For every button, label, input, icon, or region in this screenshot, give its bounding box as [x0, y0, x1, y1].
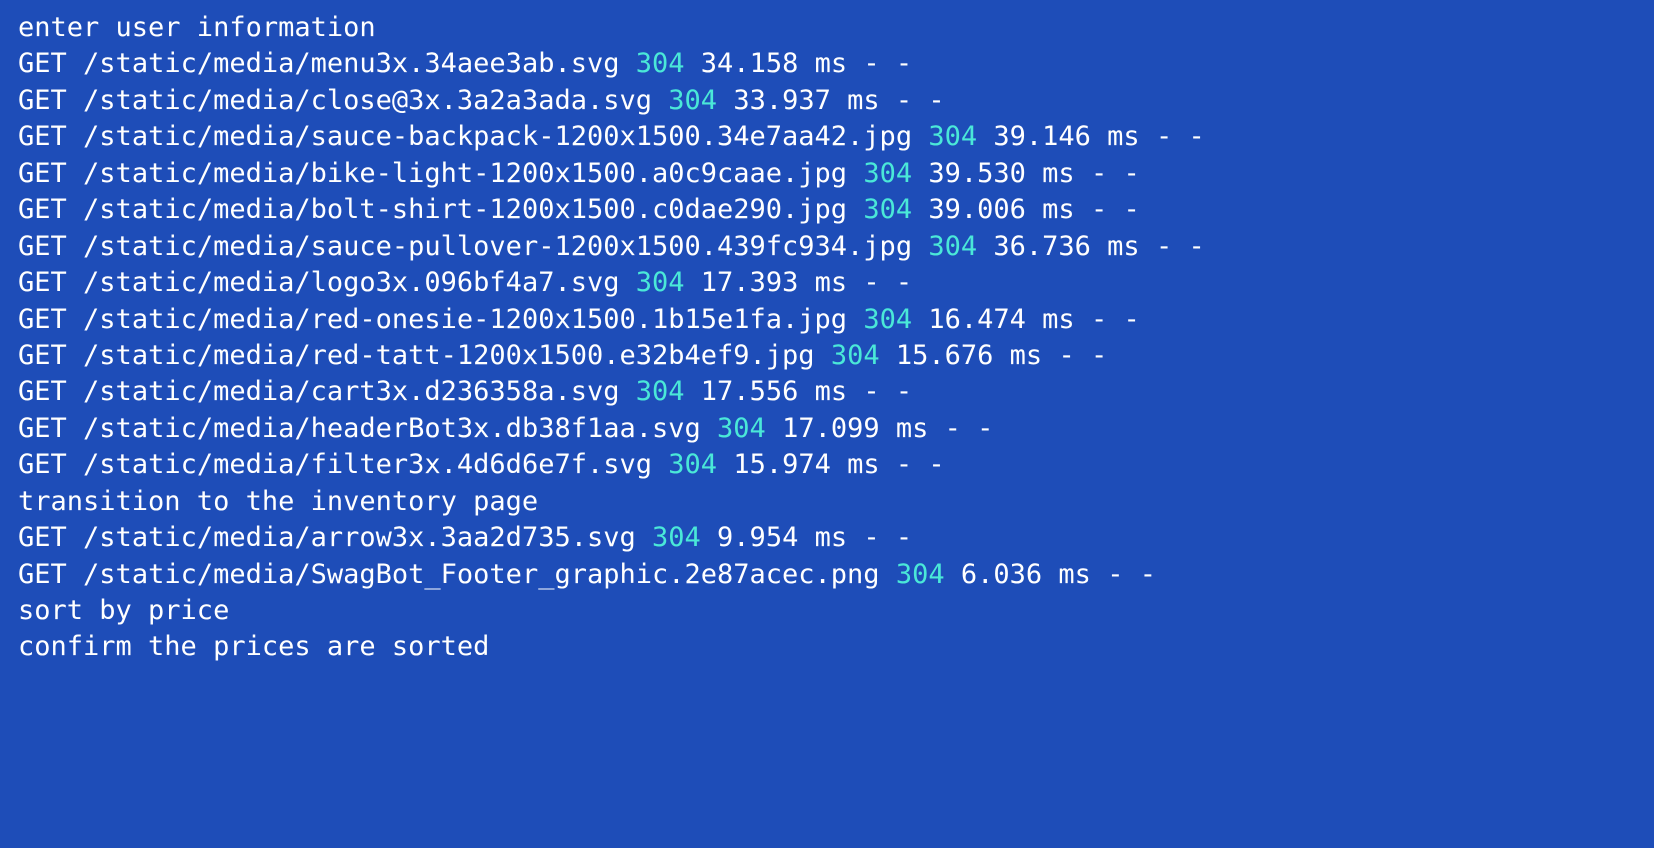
status-code: 304 — [928, 231, 977, 262]
status-code: 304 — [928, 121, 977, 152]
terminal-output[interactable]: enter user informationGET /static/media/… — [18, 10, 1636, 666]
request-path: /static/media/red-onesie-1200x1500.1b15e… — [83, 304, 847, 335]
log-message: enter user information — [18, 12, 376, 43]
log-message: confirm the prices are sorted — [18, 631, 489, 662]
log-suffix: - - — [896, 85, 945, 116]
response-time: 34.158 ms — [701, 48, 847, 79]
http-method: GET — [18, 121, 67, 152]
request-path: /static/media/close@3x.3a2a3ada.svg — [83, 85, 652, 116]
status-code: 304 — [863, 194, 912, 225]
log-suffix: - - — [863, 48, 912, 79]
log-suffix: - - — [1091, 194, 1140, 225]
log-line: GET /static/media/logo3x.096bf4a7.svg 30… — [18, 265, 1636, 301]
log-suffix: - - — [1058, 340, 1107, 371]
status-code: 304 — [863, 304, 912, 335]
log-line: GET /static/media/arrow3x.3aa2d735.svg 3… — [18, 520, 1636, 556]
request-path: /static/media/logo3x.096bf4a7.svg — [83, 267, 619, 298]
response-time: 36.736 ms — [993, 231, 1139, 262]
http-method: GET — [18, 48, 67, 79]
status-code: 304 — [896, 559, 945, 590]
log-suffix: - - — [945, 413, 994, 444]
request-path: /static/media/sauce-pullover-1200x1500.4… — [83, 231, 912, 262]
response-time: 39.146 ms — [993, 121, 1139, 152]
response-time: 17.099 ms — [782, 413, 928, 444]
log-suffix: - - — [1091, 158, 1140, 189]
log-line: GET /static/media/bolt-shirt-1200x1500.c… — [18, 192, 1636, 228]
status-code: 304 — [717, 413, 766, 444]
response-time: 15.676 ms — [896, 340, 1042, 371]
log-line: GET /static/media/sauce-backpack-1200x15… — [18, 119, 1636, 155]
request-path: /static/media/menu3x.34aee3ab.svg — [83, 48, 619, 79]
status-code: 304 — [831, 340, 880, 371]
log-line: GET /static/media/sauce-pullover-1200x15… — [18, 229, 1636, 265]
response-time: 39.006 ms — [928, 194, 1074, 225]
log-line: enter user information — [18, 10, 1636, 46]
log-line: GET /static/media/red-onesie-1200x1500.1… — [18, 302, 1636, 338]
log-line: GET /static/media/red-tatt-1200x1500.e32… — [18, 338, 1636, 374]
request-path: /static/media/red-tatt-1200x1500.e32b4ef… — [83, 340, 815, 371]
request-path: /static/media/bolt-shirt-1200x1500.c0dae… — [83, 194, 847, 225]
http-method: GET — [18, 194, 67, 225]
status-code: 304 — [668, 85, 717, 116]
response-time: 33.937 ms — [733, 85, 879, 116]
response-time: 15.974 ms — [733, 449, 879, 480]
log-line: GET /static/media/SwagBot_Footer_graphic… — [18, 557, 1636, 593]
log-line: GET /static/media/bike-light-1200x1500.a… — [18, 156, 1636, 192]
response-time: 17.393 ms — [701, 267, 847, 298]
log-suffix: - - — [863, 522, 912, 553]
http-method: GET — [18, 559, 67, 590]
log-suffix: - - — [863, 376, 912, 407]
http-method: GET — [18, 522, 67, 553]
status-code: 304 — [668, 449, 717, 480]
request-path: /static/media/filter3x.4d6d6e7f.svg — [83, 449, 652, 480]
log-line: transition to the inventory page — [18, 484, 1636, 520]
status-code: 304 — [652, 522, 701, 553]
status-code: 304 — [636, 376, 685, 407]
http-method: GET — [18, 267, 67, 298]
log-suffix: - - — [863, 267, 912, 298]
response-time: 6.036 ms — [961, 559, 1091, 590]
request-path: /static/media/bike-light-1200x1500.a0c9c… — [83, 158, 847, 189]
log-suffix: - - — [1107, 559, 1156, 590]
http-method: GET — [18, 340, 67, 371]
log-line: GET /static/media/headerBot3x.db38f1aa.s… — [18, 411, 1636, 447]
http-method: GET — [18, 449, 67, 480]
http-method: GET — [18, 231, 67, 262]
status-code: 304 — [636, 267, 685, 298]
request-path: /static/media/sauce-backpack-1200x1500.3… — [83, 121, 912, 152]
log-line: GET /static/media/menu3x.34aee3ab.svg 30… — [18, 46, 1636, 82]
log-message: sort by price — [18, 595, 229, 626]
response-time: 39.530 ms — [928, 158, 1074, 189]
status-code: 304 — [863, 158, 912, 189]
response-time: 9.954 ms — [717, 522, 847, 553]
log-line: GET /static/media/filter3x.4d6d6e7f.svg … — [18, 447, 1636, 483]
http-method: GET — [18, 158, 67, 189]
log-suffix: - - — [1156, 231, 1205, 262]
log-line: sort by price — [18, 593, 1636, 629]
request-path: /static/media/cart3x.d236358a.svg — [83, 376, 619, 407]
http-method: GET — [18, 304, 67, 335]
response-time: 16.474 ms — [928, 304, 1074, 335]
http-method: GET — [18, 376, 67, 407]
request-path: /static/media/SwagBot_Footer_graphic.2e8… — [83, 559, 880, 590]
log-line: confirm the prices are sorted — [18, 629, 1636, 665]
http-method: GET — [18, 413, 67, 444]
log-line: GET /static/media/close@3x.3a2a3ada.svg … — [18, 83, 1636, 119]
request-path: /static/media/headerBot3x.db38f1aa.svg — [83, 413, 701, 444]
log-suffix: - - — [1156, 121, 1205, 152]
response-time: 17.556 ms — [701, 376, 847, 407]
log-suffix: - - — [1091, 304, 1140, 335]
log-line: GET /static/media/cart3x.d236358a.svg 30… — [18, 374, 1636, 410]
status-code: 304 — [636, 48, 685, 79]
log-suffix: - - — [896, 449, 945, 480]
request-path: /static/media/arrow3x.3aa2d735.svg — [83, 522, 636, 553]
http-method: GET — [18, 85, 67, 116]
log-message: transition to the inventory page — [18, 486, 538, 517]
